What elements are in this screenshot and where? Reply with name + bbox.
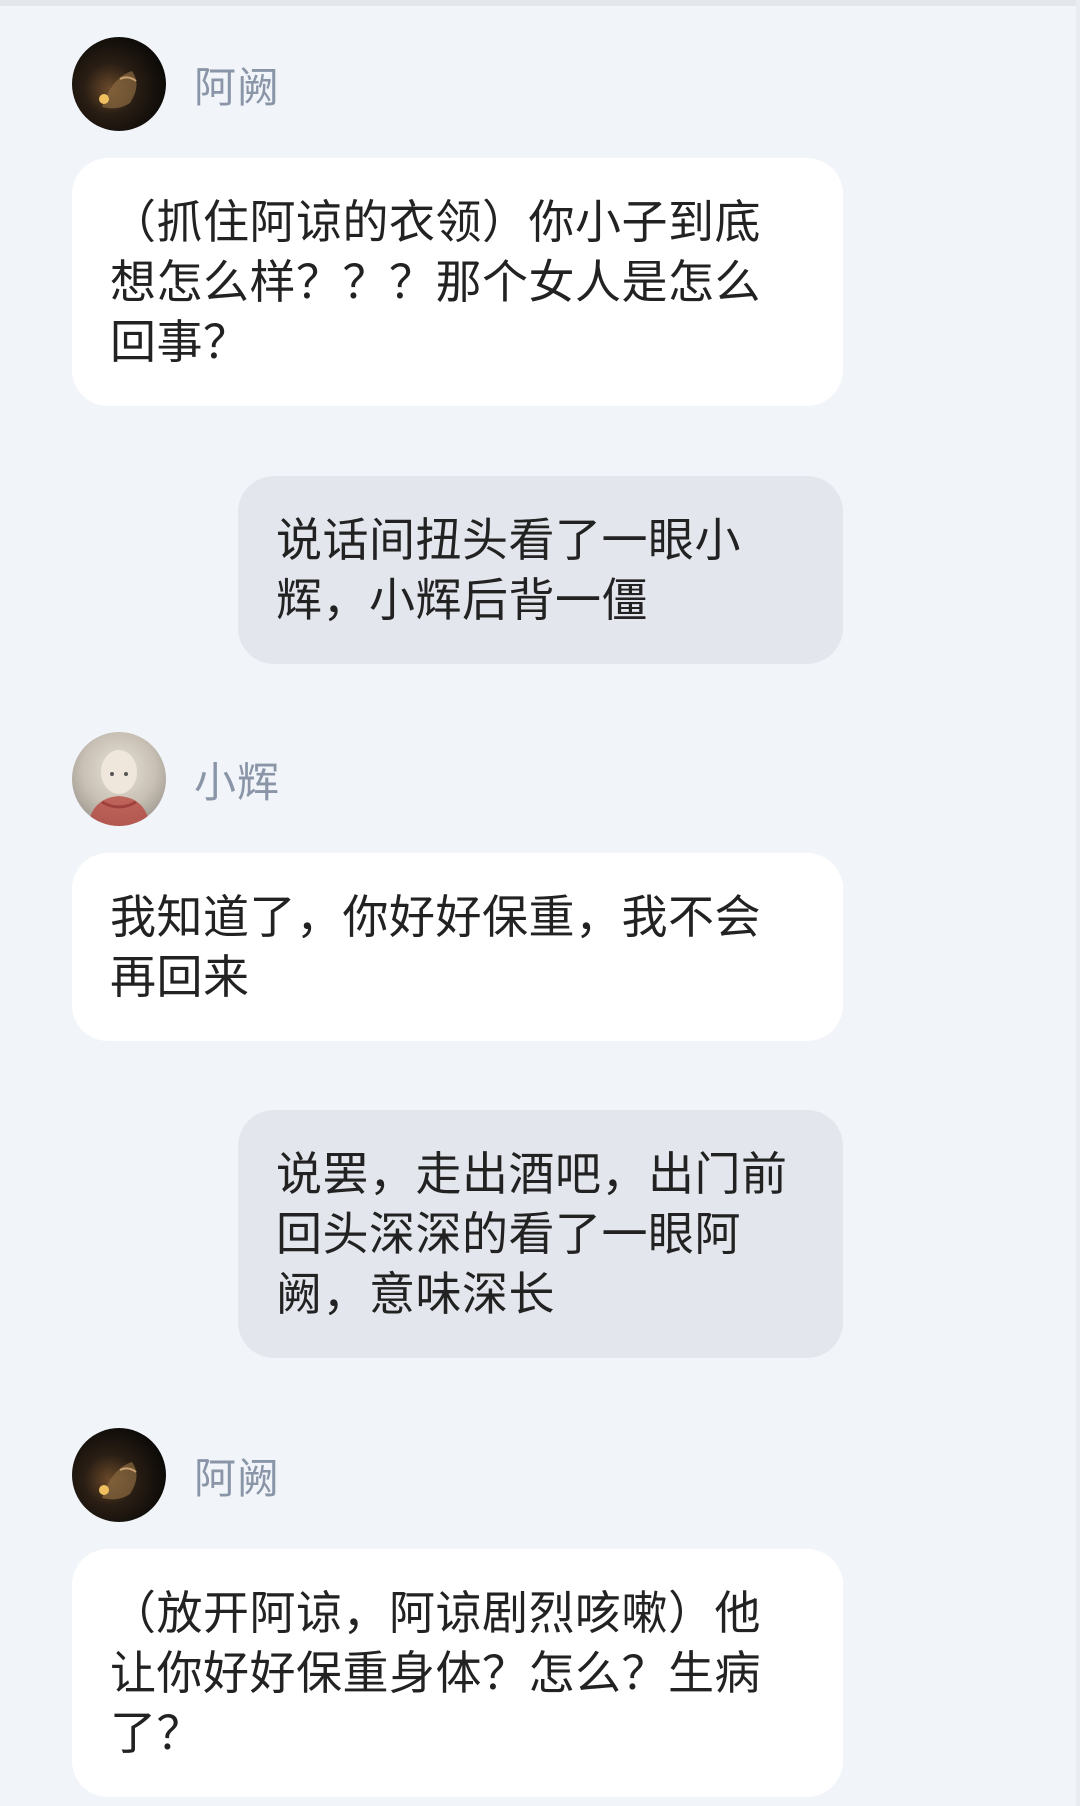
message-sender: 阿阙 (72, 36, 280, 132)
outgoing-message-bubble[interactable]: 说罢，走出酒吧，出门前回头深深的看了一眼阿阙，意味深长 (238, 1110, 843, 1358)
message-sender: 小辉 (72, 731, 280, 827)
incoming-message-bubble[interactable]: 我知道了，你好好保重，我不会再回来 (72, 853, 843, 1041)
avatar-icon[interactable] (72, 1428, 166, 1522)
incoming-message-bubble[interactable]: （抓住阿谅的衣领）你小子到底想怎么样？？？那个女人是怎么回事？ (72, 158, 843, 406)
right-edge (1076, 0, 1080, 1806)
sender-name: 阿阙 (194, 1453, 281, 1503)
outgoing-message-bubble[interactable]: 说话间扭头看了一眼小辉，小辉后背一僵 (238, 476, 843, 664)
top-divider (0, 0, 1080, 6)
sender-name: 小辉 (194, 757, 281, 807)
incoming-message-bubble[interactable]: （放开阿谅，阿谅剧烈咳嗽）他让你好好保重身体？怎么？生病了？ (72, 1549, 843, 1797)
sender-name: 阿阙 (194, 62, 281, 112)
avatar-icon[interactable] (72, 37, 166, 131)
avatar-icon[interactable] (72, 732, 166, 826)
message-sender: 阿阙 (72, 1427, 280, 1523)
